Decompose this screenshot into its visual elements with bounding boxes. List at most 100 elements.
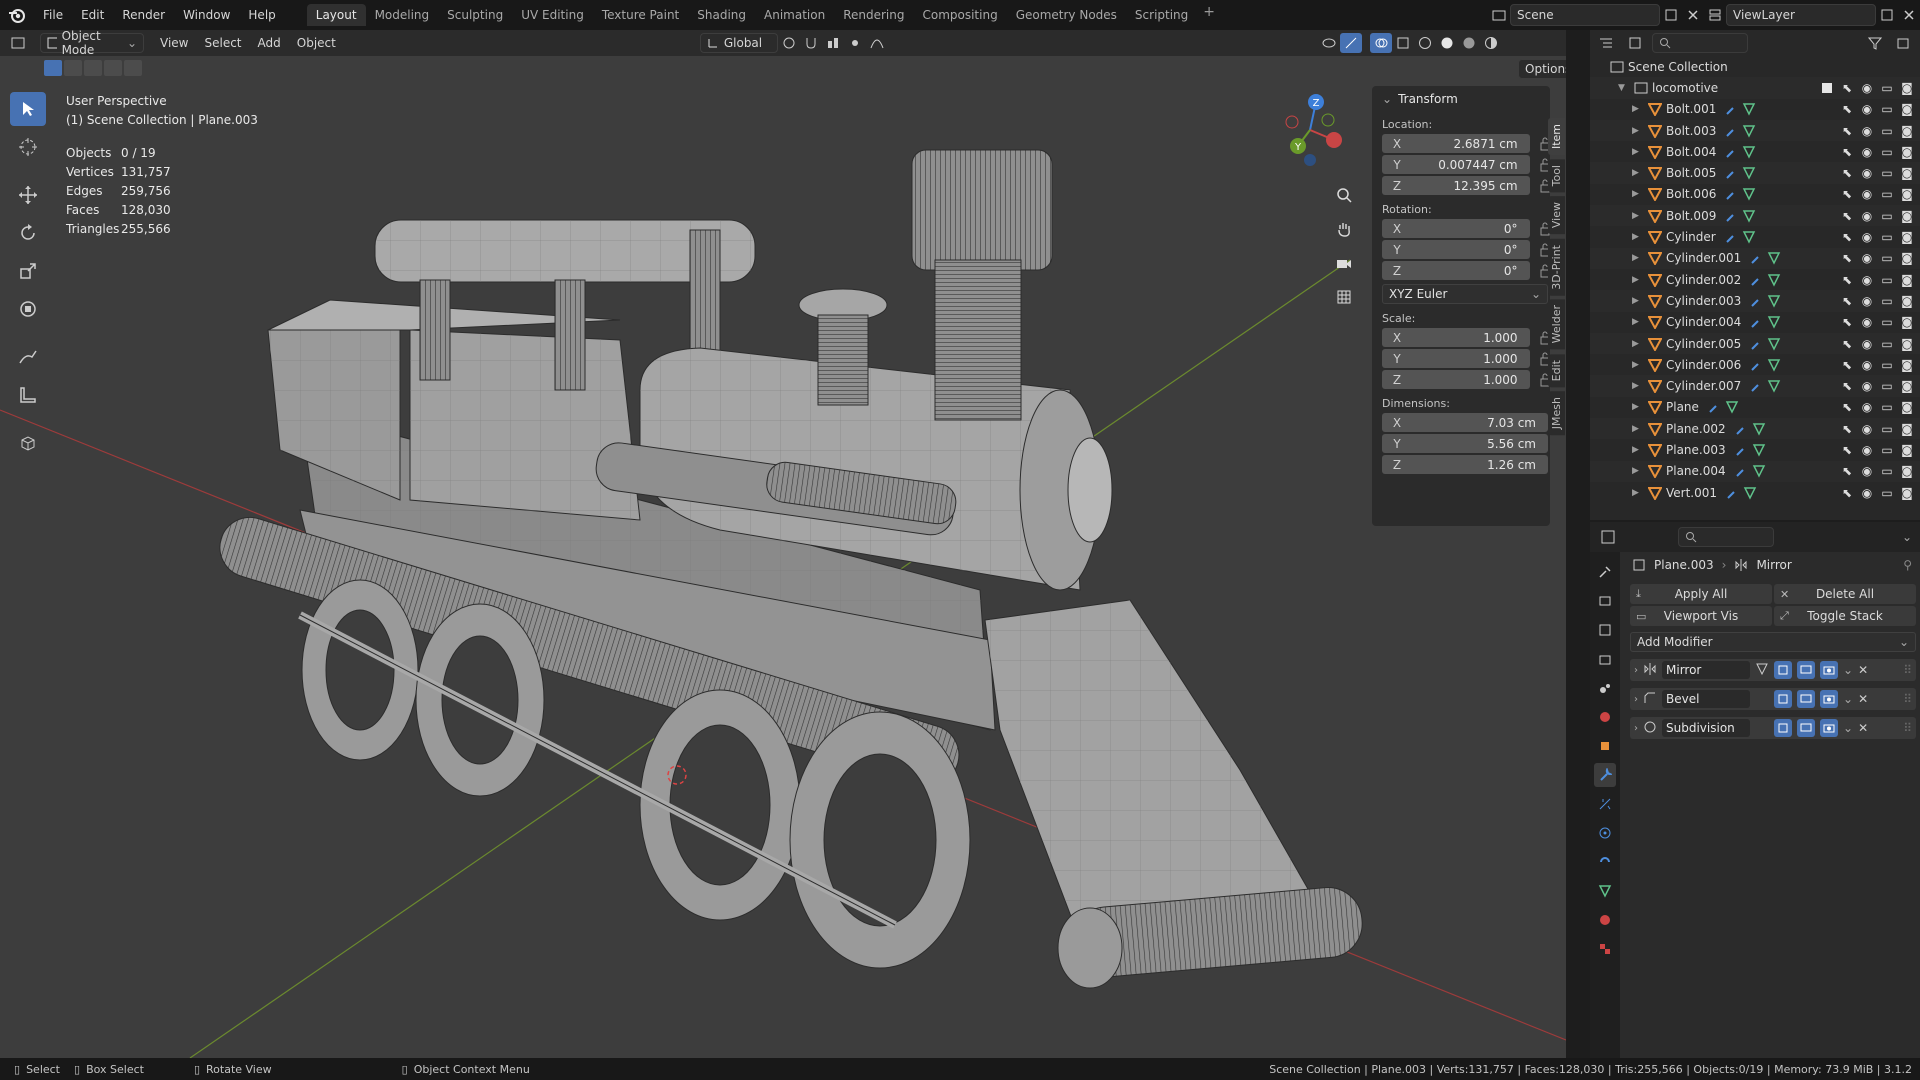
camera-icon[interactable]: ◙ bbox=[1900, 337, 1914, 351]
camera-icon[interactable]: ◙ bbox=[1900, 486, 1914, 500]
zoom-icon[interactable] bbox=[1331, 182, 1357, 208]
chevron-down-icon[interactable]: ⌄ bbox=[1843, 721, 1853, 735]
viewport-vis-button[interactable]: ▭ Viewport Vis bbox=[1630, 606, 1772, 626]
eye-icon[interactable]: ◉ bbox=[1860, 379, 1874, 393]
eye-icon[interactable]: ◉ bbox=[1860, 422, 1874, 436]
camera-icon[interactable]: ◙ bbox=[1900, 379, 1914, 393]
modifier-bevel[interactable]: › Bevel ⌄ ✕ ⠿ bbox=[1630, 688, 1916, 710]
camera-icon[interactable]: ◙ bbox=[1900, 251, 1914, 265]
select-intersect-icon[interactable] bbox=[124, 60, 142, 76]
camera-icon[interactable]: ◙ bbox=[1900, 400, 1914, 414]
view-layer-icon[interactable] bbox=[1704, 5, 1726, 25]
add-workspace-button[interactable]: + bbox=[1197, 4, 1221, 26]
checkbox-icon[interactable] bbox=[1820, 81, 1834, 95]
mode-selector[interactable]: Object Mode ⌄ bbox=[40, 30, 144, 57]
select-arrow-icon[interactable]: ⬉ bbox=[1840, 209, 1854, 223]
pan-hand-icon[interactable] bbox=[1331, 216, 1357, 242]
chevron-down-icon[interactable]: ⌄ bbox=[1843, 663, 1853, 677]
world-icon[interactable] bbox=[1594, 705, 1616, 729]
dimensions-x-field[interactable]: X 7.03 cm bbox=[1382, 413, 1548, 432]
tab-sculpting[interactable]: Sculpting bbox=[438, 4, 512, 26]
monitor-icon[interactable]: ▭ bbox=[1880, 187, 1894, 201]
new-scene-icon[interactable] bbox=[1660, 5, 1682, 25]
outliner-object-row[interactable]: ▶ Bolt.005 ⬉ ◉ ▭ ◙ bbox=[1590, 162, 1920, 184]
eye-icon[interactable]: ◉ bbox=[1860, 187, 1874, 201]
monitor-icon[interactable]: ▭ bbox=[1880, 251, 1894, 265]
transform-tool-icon[interactable] bbox=[10, 292, 46, 326]
rotate-tool-icon[interactable] bbox=[10, 216, 46, 250]
add-modifier-dropdown[interactable]: Add Modifier ⌄ bbox=[1630, 632, 1916, 652]
viewport-toggle-icon[interactable] bbox=[1797, 661, 1815, 679]
delete-scene-icon[interactable] bbox=[1682, 5, 1704, 25]
camera-icon[interactable]: ◙ bbox=[1900, 273, 1914, 287]
monitor-icon[interactable]: ▭ bbox=[1880, 209, 1894, 223]
camera-icon[interactable]: ◙ bbox=[1900, 358, 1914, 372]
transform-orientation-selector[interactable]: Global bbox=[699, 33, 778, 53]
expand-right-icon[interactable]: ▶ bbox=[1632, 317, 1642, 327]
select-arrow-icon[interactable]: ⬉ bbox=[1840, 124, 1854, 138]
eye-icon[interactable]: ◉ bbox=[1860, 273, 1874, 287]
texture-icon[interactable] bbox=[1594, 937, 1616, 961]
perspective-toggle-icon[interactable] bbox=[1331, 284, 1357, 310]
expand-right-icon[interactable]: ▶ bbox=[1632, 211, 1642, 221]
monitor-icon[interactable]: ▭ bbox=[1880, 315, 1894, 329]
camera-icon[interactable]: ◙ bbox=[1900, 124, 1914, 138]
annotate-tool-icon[interactable] bbox=[10, 340, 46, 374]
location-z-field[interactable]: Z 12.395 cm bbox=[1382, 176, 1530, 195]
monitor-icon[interactable]: ▭ bbox=[1880, 337, 1894, 351]
expand-right-icon[interactable]: ▶ bbox=[1632, 402, 1642, 412]
tab-compositing[interactable]: Compositing bbox=[913, 4, 1006, 26]
tab-jmesh[interactable]: JMesh bbox=[1548, 390, 1565, 436]
material-shading-icon[interactable] bbox=[1458, 33, 1480, 53]
modifier-name[interactable]: Mirror bbox=[1662, 661, 1750, 679]
display-mode-icon[interactable] bbox=[1624, 33, 1646, 53]
camera-icon[interactable]: ◙ bbox=[1900, 209, 1914, 223]
camera-icon[interactable]: ◙ bbox=[1900, 145, 1914, 159]
tab-modeling[interactable]: Modeling bbox=[366, 4, 439, 26]
select-arrow-icon[interactable]: ⬉ bbox=[1840, 486, 1854, 500]
outliner-search-input[interactable] bbox=[1652, 33, 1748, 53]
outliner-object-row[interactable]: ▶ Cylinder.004 ⬉ ◉ ▭ ◙ bbox=[1590, 311, 1920, 333]
expand-down-icon[interactable]: ▼ bbox=[1618, 83, 1628, 93]
select-arrow-icon[interactable]: ⬉ bbox=[1840, 102, 1854, 116]
modifier-mirror[interactable]: › Mirror ⌄ ✕ ⠿ bbox=[1630, 659, 1916, 681]
eye-icon[interactable]: ◉ bbox=[1860, 294, 1874, 308]
outliner-collection[interactable]: ▼ locomotive ⬉ ◉ ▭ ◙ bbox=[1590, 77, 1920, 99]
add-cube-tool-icon[interactable] bbox=[10, 426, 46, 460]
solid-shading-icon[interactable] bbox=[1436, 33, 1458, 53]
monitor-icon[interactable]: ▭ bbox=[1880, 145, 1894, 159]
outliner-object-row[interactable]: ▶ Plane.004 ⬉ ◉ ▭ ◙ bbox=[1590, 460, 1920, 482]
snap-icon[interactable] bbox=[800, 33, 822, 53]
eye-icon[interactable]: ◉ bbox=[1860, 124, 1874, 138]
expand-right-icon[interactable]: ▶ bbox=[1632, 147, 1642, 157]
monitor-icon[interactable]: ▭ bbox=[1880, 486, 1894, 500]
properties-editor-icon[interactable] bbox=[1598, 527, 1620, 547]
rendered-shading-icon[interactable] bbox=[1480, 33, 1502, 53]
falloff-icon[interactable] bbox=[866, 33, 888, 53]
render-toggle-icon[interactable] bbox=[1820, 661, 1838, 679]
expand-right-icon[interactable]: ▶ bbox=[1632, 189, 1642, 199]
modifier-name[interactable]: Subdivision bbox=[1662, 719, 1750, 737]
menu-select[interactable]: Select bbox=[196, 36, 249, 50]
outliner-object-row[interactable]: ▶ Bolt.001 ⬉ ◉ ▭ ◙ bbox=[1590, 98, 1920, 120]
physics-icon[interactable] bbox=[1594, 821, 1616, 845]
outliner-object-row[interactable]: ▶ Plane ⬉ ◉ ▭ ◙ bbox=[1590, 396, 1920, 419]
select-new-icon[interactable] bbox=[44, 60, 62, 76]
chevron-down-icon[interactable]: ⌄ bbox=[1843, 692, 1853, 706]
expand-right-icon[interactable]: ▶ bbox=[1632, 168, 1642, 178]
tab-item[interactable]: Item bbox=[1548, 118, 1565, 156]
properties-search-input[interactable] bbox=[1678, 527, 1774, 547]
snap-target-icon[interactable] bbox=[822, 33, 844, 53]
monitor-icon[interactable]: ▭ bbox=[1880, 273, 1894, 287]
3d-viewport[interactable]: Object Mode ⌄ View Select Add Object Glo… bbox=[0, 30, 1566, 1058]
close-icon[interactable]: ✕ bbox=[1858, 721, 1868, 735]
eye-icon[interactable]: ◉ bbox=[1860, 358, 1874, 372]
gizmo-toggle-icon[interactable] bbox=[1339, 33, 1362, 53]
monitor-icon[interactable]: ▭ bbox=[1880, 443, 1894, 457]
camera-icon[interactable]: ◙ bbox=[1900, 166, 1914, 180]
select-arrow-icon[interactable]: ⬉ bbox=[1840, 358, 1854, 372]
rotation-mode-dropdown[interactable]: XYZ Euler ⌄ bbox=[1382, 284, 1548, 304]
outliner-object-row[interactable]: ▶ Cylinder.002 ⬉ ◉ ▭ ◙ bbox=[1590, 268, 1920, 291]
visibility-icon[interactable] bbox=[1318, 33, 1340, 53]
close-icon[interactable]: ✕ bbox=[1858, 692, 1868, 706]
